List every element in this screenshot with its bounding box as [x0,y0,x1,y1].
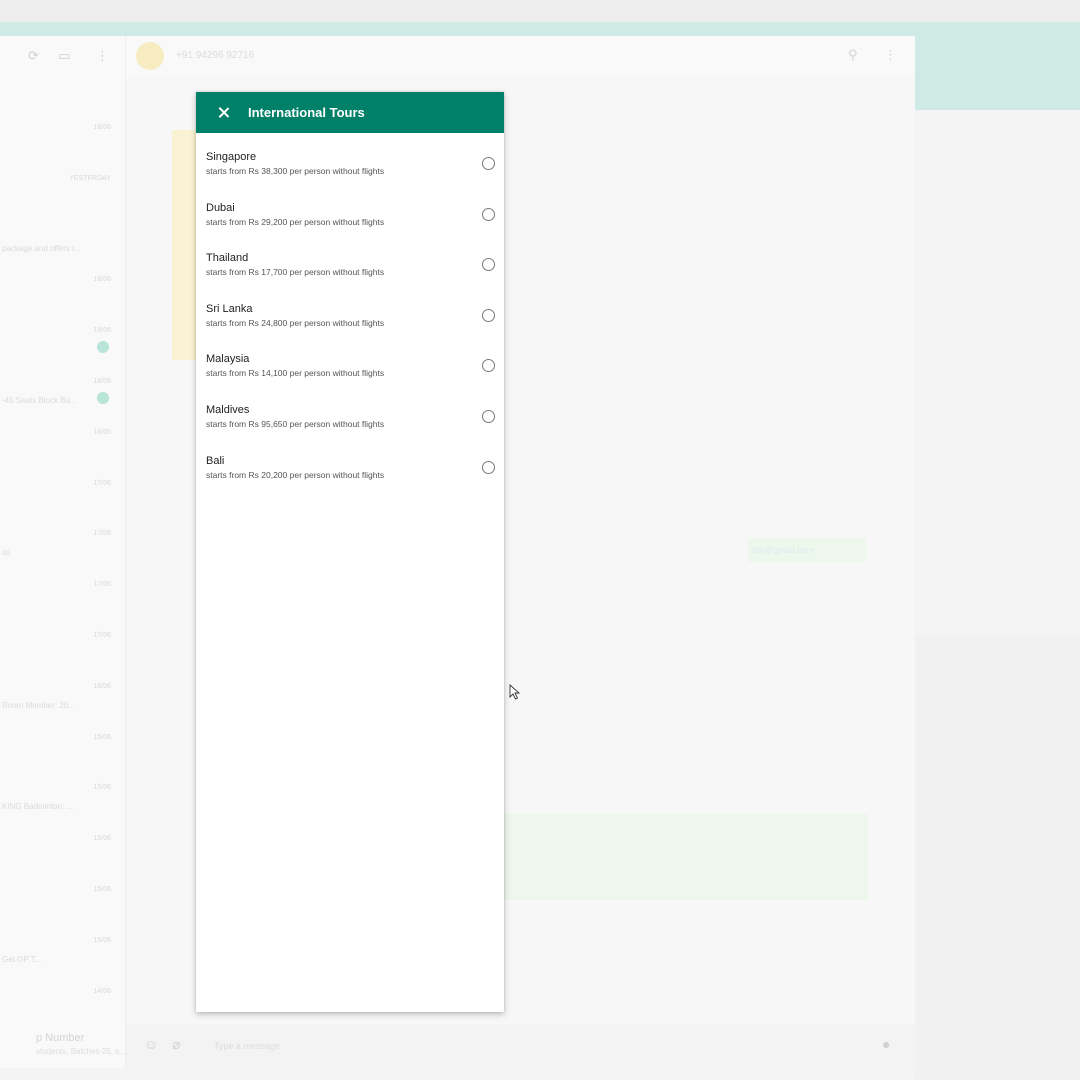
radio-button[interactable] [482,460,495,474]
new-chat-icon[interactable]: ▭ [58,48,70,64]
chat-list-item[interactable]: 17/06 ss [0,526,125,576]
option-title: Singapore [206,151,257,163]
chat-list: ⟳ ▭ ⋮ 18/06 YESTERDAY package and offers r… [0,36,126,1068]
composer-bar: ☺ ⌀ Type a message ● [126,1024,915,1068]
promo-image-card [172,130,198,360]
chat-time: 14/06 [93,987,111,995]
chat-list-item[interactable]: 17/06 [0,476,125,526]
outgoing-message [500,814,868,900]
option-subtitle: starts from Rs 29,200 per person without… [206,216,385,227]
chat-list-item[interactable]: 15/06 Get OP T... [0,933,125,983]
chat-list-item[interactable]: 15/06 [0,882,125,932]
option-subtitle: starts from Rs 17,700 per person without… [206,267,385,278]
chat-list-item[interactable]: package and offers r... [0,222,125,272]
chat-time: 17/06 [93,479,111,487]
chat-snippet: ss [2,548,10,558]
conversation-header: +91 94296 92716 ⚲ ⋮ [126,36,915,76]
contact-phone[interactable]: +91 94296 92716 [176,50,254,61]
avatar[interactable] [136,42,164,70]
browser-top-band [0,0,1080,22]
close-icon[interactable] [216,105,232,121]
chat-list-item[interactable]: 15/06 [0,730,125,780]
chat-time: 18/06 [93,327,111,335]
chat-list-item[interactable]: 18/06 [0,323,125,373]
option-title: Thailand [206,252,249,265]
radio-button[interactable] [482,308,495,322]
chat-snippet: Room Member: 20... [2,700,75,710]
chat-time: 15/06 [93,784,111,792]
chat-list-item[interactable]: 17/06 [0,577,125,627]
tour-options-list: Singapore starts from Rs 38,300 per perso… [196,133,504,504]
chat-time: 15/06 [93,835,111,843]
menu-icon[interactable]: ⋮ [884,47,897,63]
chat-list-item[interactable]: 18/05 [0,425,125,475]
chat-time: 15/06 [93,886,111,893]
chat-list-item[interactable]: 15/06 [0,831,125,881]
chat-time: 15/06 [93,936,111,944]
attach-icon[interactable]: ⌀ [172,1036,180,1053]
option-subtitle: starts from Rs 24,800 per person without… [206,317,385,328]
chat-snippet: KING Badminton: ... [2,802,74,812]
tour-option-malaysia[interactable]: Malaysia starts from Rs 14,100 per person… [196,352,504,403]
radio-button[interactable] [482,207,495,221]
tour-option-singapore[interactable]: Singapore starts from Rs 38,300 per perso… [196,150,504,201]
chat-snippet: -45 Seats Block Ba... [2,396,77,405]
radio-button[interactable] [482,157,495,170]
chat-list-item[interactable]: YESTERDAY [0,171,125,221]
chat-snippet: Get OP T... [2,954,42,964]
option-subtitle: starts from Rs 14,100 per person without… [206,368,385,379]
unread-badge [97,392,109,404]
emoji-icon[interactable]: ☺ [144,1036,158,1052]
panel-header: International Tours [196,92,504,133]
radio-button[interactable] [482,409,495,423]
option-subtitle: starts from Rs 95,650 per person without… [206,418,385,429]
chat-time: 18/05 [93,428,111,436]
chat-list-item[interactable]: 17/06 [0,628,125,678]
panel-title: International Tours [248,105,365,120]
option-title: Sri Lanka [206,302,253,315]
option-subtitle: starts from Rs 38,300 per person without… [206,166,385,176]
option-title: Malaysia [206,353,250,366]
chat-list-item[interactable]: 18/06 [0,120,125,170]
option-title: Dubai [206,201,235,214]
outgoing-email: fav@gmail.com [752,545,815,555]
chat-time: 17/06 [93,632,111,639]
right-shade [915,635,1080,1080]
search-icon[interactable]: ⚲ [848,47,858,63]
chat-time: 18/06 [93,124,111,131]
message-input[interactable]: Type a message [208,1036,854,1056]
status-icon[interactable]: ⟳ [28,48,39,64]
tour-option-bali[interactable]: Bali starts from Rs 20,200 per person wit… [196,454,504,505]
tour-option-maldives[interactable]: Maldives starts from Rs 95,650 per person… [196,403,504,454]
tour-option-thailand[interactable]: Thailand starts from Rs 17,700 per person… [196,251,504,302]
option-subtitle: starts from Rs 20,200 per person without… [206,469,385,480]
option-title: Bali [206,454,225,467]
chat-time: 15/06 [93,733,111,741]
chat-list-item[interactable]: 15/06 KING Badminton: ... [0,780,125,830]
mouse-cursor-icon [509,684,521,700]
chat-time: 17/06 [93,530,111,538]
chat-list-item[interactable]: 16/06 Room Member: 20... [0,679,125,729]
unread-badge [97,341,109,354]
chat-name: p Number [36,1032,85,1044]
tour-option-dubai[interactable]: Dubai starts from Rs 29,200 per person wi… [196,201,504,252]
chat-time: 18/06 [93,276,111,284]
chat-snippet: students, Batches 25, s... [36,1047,126,1056]
chat-time: 16/06 [93,682,111,690]
international-tours-panel: International Tours Singapore starts from… [196,92,504,1012]
chat-time: YESTERDAY [69,174,111,182]
chat-time: 17/06 [93,581,111,589]
tour-option-sri-lanka[interactable]: Sri Lanka starts from Rs 24,800 per perso… [196,302,504,353]
chat-snippet: package and offers r... [2,243,82,253]
chat-list-item[interactable]: 18/06 [0,272,125,322]
chat-list-item[interactable]: 14/06 [0,984,125,1034]
mic-icon[interactable]: ● [882,1036,890,1052]
chat-list-header: ⟳ ▭ ⋮ [0,36,125,76]
chat-time: 18/05 [93,378,111,385]
chat-list-item[interactable]: 18/05 -45 Seats Block Ba... [0,374,125,424]
menu-icon[interactable]: ⋮ [96,48,109,64]
option-title: Maldives [206,403,250,416]
